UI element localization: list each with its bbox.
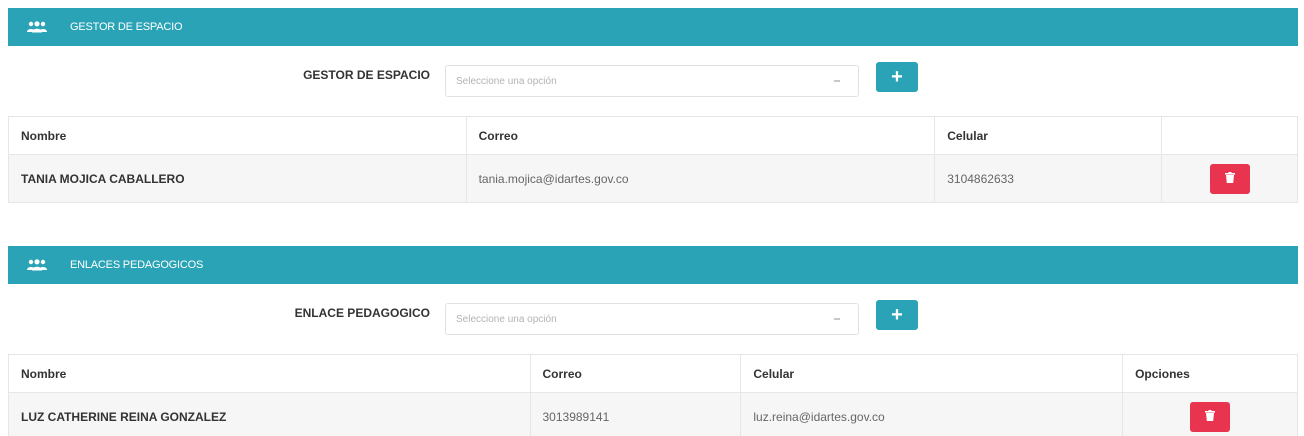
cell-correo: tania.mojica@idartes.gov.co (465, 154, 936, 203)
plus-icon: + (891, 66, 903, 88)
users-icon (26, 258, 48, 272)
cell-correo: 3013989141 (529, 392, 742, 436)
cell-nombre: TANIA MOJICA CABALLERO (8, 154, 467, 203)
delete-button[interactable] (1209, 163, 1250, 194)
enlaces-select[interactable]: Seleccione una opción (445, 303, 859, 335)
chevron-down-icon (834, 318, 840, 320)
gestor-panel-header: GESTOR DE ESPACIO (8, 8, 1298, 46)
table-row: LUZ CATHERINE REINA GONZALEZ 3013989141 … (8, 392, 1298, 436)
column-header-opciones (1161, 116, 1298, 155)
column-header-correo: Correo (529, 354, 742, 393)
column-header-nombre: Nombre (8, 116, 467, 155)
enlaces-field-label: ENLACE PEDAGOGICO (294, 306, 430, 320)
table-header-row: Nombre Correo Celular Opciones (8, 354, 1298, 393)
enlaces-panel-header: ENLACES PEDAGOGICOS (8, 246, 1298, 284)
enlaces-panel-title: ENLACES PEDAGOGICOS (70, 259, 204, 271)
plus-icon: + (891, 304, 903, 326)
gestor-select[interactable]: Seleccione una opción (445, 65, 859, 97)
gestor-select-placeholder: Seleccione una opción (456, 75, 557, 87)
add-enlace-button[interactable]: + (876, 300, 918, 330)
table-header-row: Nombre Correo Celular (8, 116, 1298, 155)
gestor-field-label: GESTOR DE ESPACIO (303, 68, 430, 82)
cell-celular: 3104862633 (934, 154, 1163, 203)
add-gestor-button[interactable]: + (876, 62, 918, 92)
enlaces-form-row: ENLACE PEDAGOGICO Seleccione una opción … (8, 284, 1298, 354)
enlaces-pedagogicos-panel: ENLACES PEDAGOGICOS ENLACE PEDAGOGICO Se… (8, 246, 1298, 436)
column-header-opciones: Opciones (1122, 354, 1298, 393)
table-row: TANIA MOJICA CABALLERO tania.mojica@idar… (8, 154, 1298, 203)
delete-button[interactable] (1190, 401, 1231, 432)
column-header-nombre: Nombre (8, 354, 531, 393)
cell-nombre: LUZ CATHERINE REINA GONZALEZ (8, 392, 531, 436)
gestor-form-row: GESTOR DE ESPACIO Seleccione una opción … (8, 46, 1298, 116)
gestor-panel-title: GESTOR DE ESPACIO (70, 21, 183, 33)
cell-celular: luz.reina@idartes.gov.co (740, 392, 1124, 436)
column-header-celular: Celular (934, 116, 1163, 155)
gestor-de-espacio-panel: GESTOR DE ESPACIO GESTOR DE ESPACIO Sele… (8, 8, 1298, 203)
users-icon (26, 20, 48, 34)
enlaces-table: Nombre Correo Celular Opciones LUZ CATHE… (8, 354, 1298, 436)
column-header-celular: Celular (740, 354, 1124, 393)
column-header-correo: Correo (465, 116, 936, 155)
chevron-down-icon (834, 80, 840, 82)
cell-opciones (1122, 392, 1298, 436)
cell-opciones (1161, 154, 1298, 203)
enlaces-select-placeholder: Seleccione una opción (456, 313, 557, 325)
trash-icon (1224, 171, 1235, 186)
gestor-table: Nombre Correo Celular TANIA MOJICA CABAL… (8, 116, 1298, 203)
trash-icon (1205, 409, 1216, 424)
